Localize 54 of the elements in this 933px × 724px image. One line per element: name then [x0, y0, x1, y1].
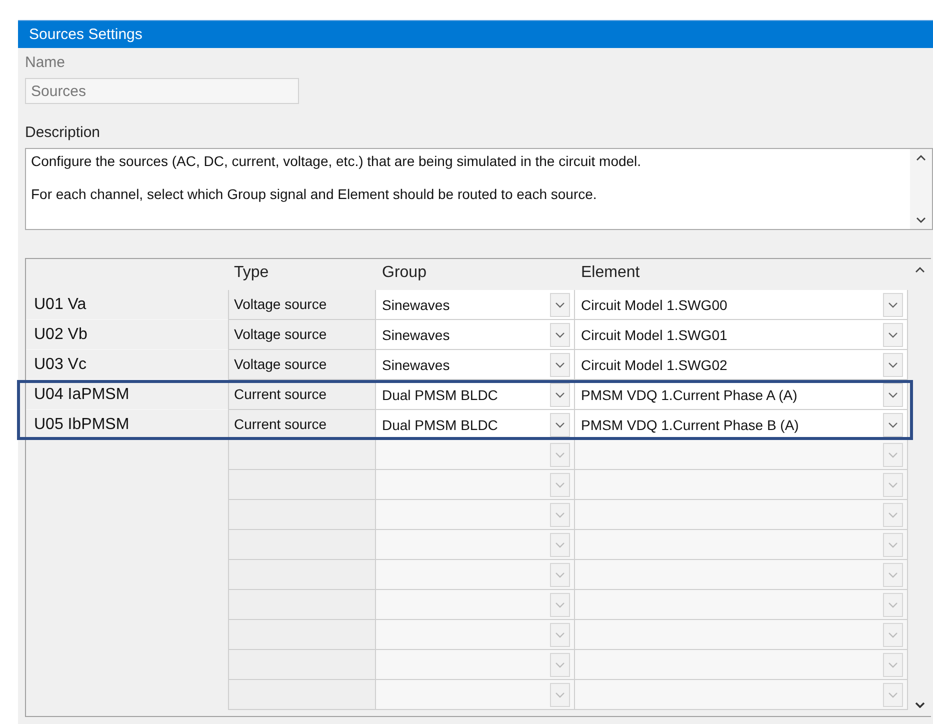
element-dropdown[interactable]: PMSM VDQ 1.Current Phase A (A): [575, 380, 908, 410]
description-text: For each channel, select which Group signal and Element should be routed to each source.: [31, 186, 598, 202]
element-dropdown[interactable]: [575, 530, 908, 560]
type-cell: Voltage source: [228, 350, 376, 380]
element-dropdown[interactable]: Circuit Model 1.SWG02: [575, 350, 908, 380]
panel-title-bar: Sources Settings: [18, 20, 933, 48]
description-text: Configure the sources (AC, DC, current, voltage, etc.) that are being simulated in the circuit model.: [31, 153, 642, 169]
group-dropdown[interactable]: [376, 620, 575, 650]
scroll-up-icon[interactable]: [916, 155, 926, 161]
chevron-down-icon[interactable]: [883, 412, 903, 436]
type-cell: Voltage source: [228, 320, 376, 350]
chevron-down-icon[interactable]: [883, 292, 903, 316]
group-dropdown[interactable]: [376, 590, 575, 620]
column-header: Group: [381, 263, 428, 283]
group-dropdown[interactable]: [376, 680, 575, 710]
chevron-down-icon[interactable]: [550, 382, 570, 406]
group-dropdown[interactable]: Dual PMSM BLDC: [376, 410, 575, 440]
element-dropdown[interactable]: [575, 500, 908, 530]
group-dropdown[interactable]: [376, 470, 575, 500]
name-label: Name: [25, 54, 66, 73]
element-dropdown[interactable]: [575, 560, 908, 590]
description-label: Description: [25, 124, 102, 143]
type-cell: Voltage source: [228, 290, 376, 320]
element-dropdown[interactable]: [575, 470, 908, 500]
element-dropdown[interactable]: PMSM VDQ 1.Current Phase B (A): [575, 410, 908, 440]
column-header: Type: [233, 263, 270, 283]
type-cell: Current source: [228, 380, 376, 410]
description-field[interactable]: Configure the sources (AC, DC, current, voltage, etc.) that are being simulated in the circuit model. For each channel, select which Group signal and Element should be routed to each source.: [25, 148, 933, 230]
type-cell: Current source: [228, 410, 376, 440]
element-dropdown[interactable]: Circuit Model 1.SWG00: [575, 290, 908, 320]
group-dropdown[interactable]: [376, 500, 575, 530]
chevron-down-icon[interactable]: [550, 352, 570, 376]
element-dropdown[interactable]: [575, 650, 908, 680]
element-dropdown[interactable]: Circuit Model 1.SWG01: [575, 320, 908, 350]
scroll-down-icon[interactable]: [916, 217, 926, 223]
group-dropdown[interactable]: [376, 650, 575, 680]
scroll-down-icon[interactable]: [914, 702, 924, 708]
column-header: Element: [580, 263, 641, 283]
chevron-down-icon[interactable]: [550, 322, 570, 346]
group-dropdown[interactable]: [376, 560, 575, 590]
group-dropdown[interactable]: Sinewaves: [376, 350, 575, 380]
element-dropdown[interactable]: [575, 620, 908, 650]
chevron-down-icon[interactable]: [883, 352, 903, 376]
element-dropdown[interactable]: [575, 590, 908, 620]
chevron-down-icon[interactable]: [550, 412, 570, 436]
chevron-down-icon[interactable]: [883, 382, 903, 406]
group-dropdown[interactable]: Sinewaves: [376, 320, 575, 350]
chevron-down-icon[interactable]: [883, 322, 903, 346]
scroll-up-icon[interactable]: [914, 267, 924, 273]
element-dropdown[interactable]: [575, 680, 908, 710]
group-dropdown[interactable]: Dual PMSM BLDC: [376, 380, 575, 410]
group-dropdown[interactable]: [376, 530, 575, 560]
group-dropdown[interactable]: Sinewaves: [376, 290, 575, 320]
chevron-down-icon[interactable]: [550, 292, 570, 316]
